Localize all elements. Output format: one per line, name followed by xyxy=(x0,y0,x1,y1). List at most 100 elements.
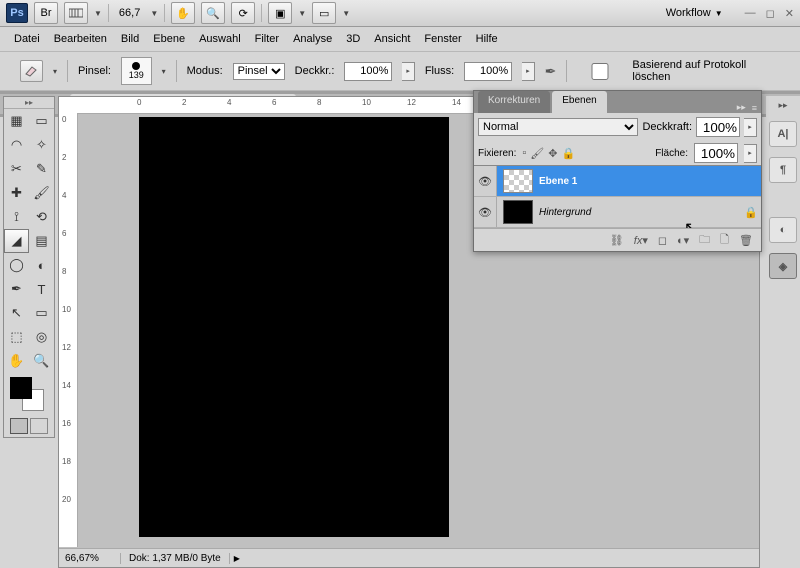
hand-tool-button[interactable]: ✋ xyxy=(171,2,195,24)
layer-name[interactable]: Ebene 1 xyxy=(539,176,761,187)
ruler-vertical[interactable]: 02468101214161820 xyxy=(59,113,78,547)
adjustment-layer-icon[interactable]: ◐▾ xyxy=(677,234,689,247)
layer-row[interactable]: 👁 Hintergrund 🔒 xyxy=(474,197,761,228)
toolbox-handle[interactable]: ▸▸ xyxy=(4,97,54,109)
layer-opacity-flyout[interactable]: ▸ xyxy=(744,118,757,137)
rail-expand[interactable]: ▸▸ xyxy=(778,100,787,111)
link-layers-icon[interactable]: ⛓ xyxy=(610,234,624,247)
lock-pixels-icon[interactable]: 🖌 xyxy=(530,147,544,160)
menu-ebene[interactable]: Ebene xyxy=(153,33,185,45)
stamp-tool[interactable]: ⟟ xyxy=(4,205,29,229)
layer-fx-icon[interactable]: fx▾ xyxy=(634,234,648,247)
menu-ansicht[interactable]: Ansicht xyxy=(374,33,410,45)
rotate-view-button[interactable]: ⟳ xyxy=(231,2,255,24)
blend-mode-select[interactable]: Normal xyxy=(478,118,638,136)
group-icon[interactable]: 🗀 xyxy=(699,231,710,250)
flow-input[interactable] xyxy=(464,62,512,81)
erase-history-label: Basierend auf Protokoll löschen xyxy=(632,59,780,83)
close-button[interactable]: ✕ xyxy=(785,7,794,20)
erase-history-checkbox[interactable] xyxy=(581,63,619,80)
fill-input[interactable] xyxy=(694,143,738,163)
flow-flyout[interactable]: ▸ xyxy=(522,62,534,81)
type-tool[interactable]: T xyxy=(29,277,54,301)
status-doc-size[interactable]: Dok: 1,37 MB/0 Byte xyxy=(121,553,230,564)
3d-camera-tool[interactable]: ◎ xyxy=(29,325,54,349)
panel-menu-icon[interactable]: ≡ xyxy=(752,103,757,113)
menu-filter[interactable]: Filter xyxy=(255,33,279,45)
heal-tool[interactable]: ✚ xyxy=(4,181,29,205)
layer-thumbnail[interactable] xyxy=(503,200,533,224)
shape-tool[interactable]: ▭ xyxy=(29,301,54,325)
menu-analyse[interactable]: Analyse xyxy=(293,33,332,45)
delete-layer-icon[interactable]: 🗑 xyxy=(739,234,753,247)
menu-bar: Datei Bearbeiten Bild Ebene Auswahl Filt… xyxy=(0,27,800,52)
lasso-tool[interactable]: ◠ xyxy=(4,133,29,157)
crop-tool[interactable]: ✂ xyxy=(4,157,29,181)
film-button[interactable] xyxy=(64,2,88,24)
quickmask-mode[interactable] xyxy=(30,418,48,434)
lock-all-icon[interactable]: 🔒 xyxy=(561,147,575,160)
status-zoom[interactable]: 66,67% xyxy=(59,553,121,564)
menu-hilfe[interactable]: Hilfe xyxy=(476,33,498,45)
layer-thumbnail[interactable] xyxy=(503,169,533,193)
menu-3d[interactable]: 3D xyxy=(346,33,360,45)
minimize-button[interactable]: — xyxy=(745,7,756,20)
maximize-button[interactable]: ◻ xyxy=(766,7,775,20)
panel-collapse-icon[interactable]: ▸▸ xyxy=(737,102,746,113)
brush-tool[interactable]: 🖌 xyxy=(29,181,54,205)
fill-flyout[interactable]: ▸ xyxy=(744,144,757,163)
gradient-tool[interactable]: ▤ xyxy=(29,229,54,253)
ruler-origin[interactable] xyxy=(59,97,78,114)
new-layer-icon[interactable]: 🗋 xyxy=(720,231,729,250)
standard-mode[interactable] xyxy=(10,418,28,434)
menu-bearbeiten[interactable]: Bearbeiten xyxy=(54,33,107,45)
tab-ebenen[interactable]: Ebenen xyxy=(552,91,606,113)
opacity-flyout[interactable]: ▸ xyxy=(402,62,414,81)
visibility-toggle[interactable]: 👁 xyxy=(474,197,497,227)
tab-korrekturen[interactable]: Korrekturen xyxy=(478,91,550,113)
visibility-toggle[interactable]: 👁 xyxy=(474,166,497,196)
screen-mode-button[interactable]: ▭ xyxy=(312,2,336,24)
layer-name[interactable]: Hintergrund xyxy=(539,207,741,218)
eraser-tool-icon[interactable] xyxy=(20,60,43,82)
menu-fenster[interactable]: Fenster xyxy=(424,33,461,45)
eyedropper-tool[interactable]: ✎ xyxy=(29,157,54,181)
menu-datei[interactable]: Datei xyxy=(14,33,40,45)
color-swatches[interactable] xyxy=(4,373,54,415)
airbrush-icon[interactable]: ✒ xyxy=(545,63,557,80)
eraser-tool[interactable]: ◢ xyxy=(4,229,29,253)
opacity-input[interactable] xyxy=(344,62,392,81)
mode-select[interactable]: Pinsel xyxy=(233,63,285,80)
zoom-tool[interactable]: 🔍 xyxy=(29,349,54,373)
status-flyout[interactable]: ▶ xyxy=(230,554,244,563)
lock-position-icon[interactable]: ✥ xyxy=(548,147,557,160)
layers-panel-icon[interactable]: ◈ xyxy=(769,253,797,279)
path-select-tool[interactable]: ↖ xyxy=(4,301,29,325)
layer-mask-icon[interactable]: ◻ xyxy=(658,234,667,247)
blur-tool[interactable]: ◯ xyxy=(4,253,29,277)
bridge-button[interactable]: Br xyxy=(34,2,58,24)
document-canvas[interactable] xyxy=(139,117,449,537)
paragraph-panel-icon[interactable]: ¶ xyxy=(769,157,797,183)
layer-opacity-input[interactable] xyxy=(696,117,740,137)
workspace-switcher[interactable]: Workflow ▼ xyxy=(656,3,733,23)
brush-preset-picker[interactable]: 139 xyxy=(121,57,152,85)
move-tool[interactable]: ▦ xyxy=(4,109,29,133)
adjustments-panel-icon[interactable]: ◐ xyxy=(769,217,797,243)
hand-tool[interactable]: ✋ xyxy=(4,349,29,373)
options-bar: ▾ Pinsel: 139 ▾ Modus: Pinsel Deckkr.: ▸… xyxy=(0,52,800,91)
pen-tool[interactable]: ✒ xyxy=(4,277,29,301)
lock-transparency-icon[interactable]: ▫ xyxy=(522,147,526,160)
fg-color-swatch[interactable] xyxy=(10,377,32,399)
menu-auswahl[interactable]: Auswahl xyxy=(199,33,241,45)
layer-row[interactable]: 👁 Ebene 1 xyxy=(474,166,761,197)
marquee-tool[interactable]: ▭ xyxy=(29,109,54,133)
arrange-button[interactable]: ▣ xyxy=(268,2,292,24)
history-brush-tool[interactable]: ⟲ xyxy=(29,205,54,229)
zoom-tool-button[interactable]: 🔍 xyxy=(201,2,225,24)
dodge-tool[interactable]: ◐ xyxy=(29,253,54,277)
wand-tool[interactable]: ✧ xyxy=(29,133,54,157)
3d-tool[interactable]: ⬚ xyxy=(4,325,29,349)
character-panel-icon[interactable]: A| xyxy=(769,121,797,147)
menu-bild[interactable]: Bild xyxy=(121,33,139,45)
